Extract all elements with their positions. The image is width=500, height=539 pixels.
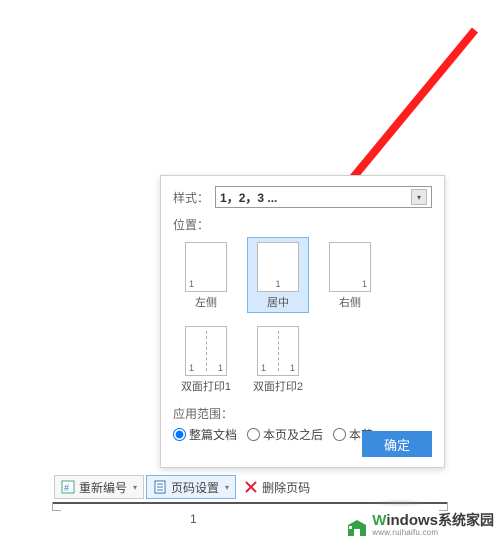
watermark-prefix: W bbox=[372, 512, 386, 529]
position-option-left[interactable]: 1 左侧 bbox=[175, 237, 237, 313]
page-setup-button[interactable]: 页码设置 ▾ bbox=[146, 475, 236, 499]
page-curl-shadow bbox=[370, 499, 430, 507]
scope-radio-input[interactable] bbox=[247, 428, 260, 441]
toolbar-button-label: 页码设置 bbox=[171, 479, 219, 496]
position-label: 位置： bbox=[173, 216, 432, 233]
toolbar-button-label: 删除页码 bbox=[262, 479, 310, 496]
delete-page-number-button[interactable]: 删除页码 bbox=[238, 476, 316, 498]
page-corner-left bbox=[52, 502, 61, 511]
page-number-toolbar: # 重新编号 ▾ 页码设置 ▾ 删除页码 bbox=[54, 475, 316, 499]
toolbar-button-label: 重新编号 bbox=[79, 479, 127, 496]
position-option-duplex1[interactable]: 11 双面打印1 bbox=[175, 321, 237, 397]
style-dropdown-value: 1，2，3 ... bbox=[220, 189, 277, 206]
position-option-label: 左侧 bbox=[195, 294, 217, 310]
chevron-down-icon: ▾ bbox=[225, 483, 229, 492]
scope-label: 应用范围： bbox=[173, 405, 432, 422]
position-option-label: 居中 bbox=[267, 294, 289, 310]
position-option-label: 双面打印2 bbox=[253, 378, 303, 394]
scope-radio-whole-doc[interactable]: 整篇文档 bbox=[173, 426, 237, 443]
page-number-settings-panel: 样式： 1，2，3 ... ▾ 位置： 1 左侧 1 居中 1 右侧 11 双面… bbox=[160, 175, 445, 468]
scope-radio-input[interactable] bbox=[333, 428, 346, 441]
chevron-down-icon: ▾ bbox=[411, 189, 427, 205]
watermark-cn: 系统家园 bbox=[438, 512, 494, 528]
position-option-label: 双面打印1 bbox=[181, 378, 231, 394]
page-thumb-center: 1 bbox=[257, 242, 299, 292]
page-thumb-left: 1 bbox=[185, 242, 227, 292]
watermark-rest: indows bbox=[386, 512, 438, 529]
page-thumb-duplex2: 11 bbox=[257, 326, 299, 376]
watermark: Windows系统家园 www.ruihaifu.com bbox=[346, 513, 494, 537]
chevron-down-icon: ▾ bbox=[133, 483, 137, 492]
position-option-center[interactable]: 1 居中 bbox=[247, 237, 309, 313]
ok-button[interactable]: 确定 bbox=[362, 431, 432, 457]
renumber-icon: # bbox=[61, 480, 75, 494]
page-thumb-duplex1: 11 bbox=[185, 326, 227, 376]
page-corner-right bbox=[439, 502, 448, 511]
page-setup-icon bbox=[153, 480, 167, 494]
style-label: 样式： bbox=[173, 189, 209, 206]
position-option-right[interactable]: 1 右侧 bbox=[319, 237, 381, 313]
style-row: 样式： 1，2，3 ... ▾ bbox=[173, 186, 432, 208]
position-option-duplex2[interactable]: 11 双面打印2 bbox=[247, 321, 309, 397]
scope-radio-input[interactable] bbox=[173, 428, 186, 441]
position-option-label: 右侧 bbox=[339, 294, 361, 310]
renumber-button[interactable]: # 重新编号 ▾ bbox=[54, 475, 144, 499]
scope-radio-this-and-after[interactable]: 本页及之后 bbox=[247, 426, 323, 443]
watermark-url: www.ruihaifu.com bbox=[372, 529, 494, 537]
scope-radio-label: 整篇文档 bbox=[189, 426, 237, 443]
svg-text:#: # bbox=[64, 483, 69, 493]
position-options: 1 左侧 1 居中 1 右侧 11 双面打印1 11 双面打印2 bbox=[173, 237, 432, 397]
watermark-text: Windows系统家园 www.ruihaifu.com bbox=[372, 513, 494, 537]
watermark-logo-icon bbox=[346, 517, 368, 537]
delete-icon bbox=[244, 480, 258, 494]
scope-radio-label: 本页及之后 bbox=[263, 426, 323, 443]
style-dropdown[interactable]: 1，2，3 ... ▾ bbox=[215, 186, 432, 208]
page-thumb-right: 1 bbox=[329, 242, 371, 292]
